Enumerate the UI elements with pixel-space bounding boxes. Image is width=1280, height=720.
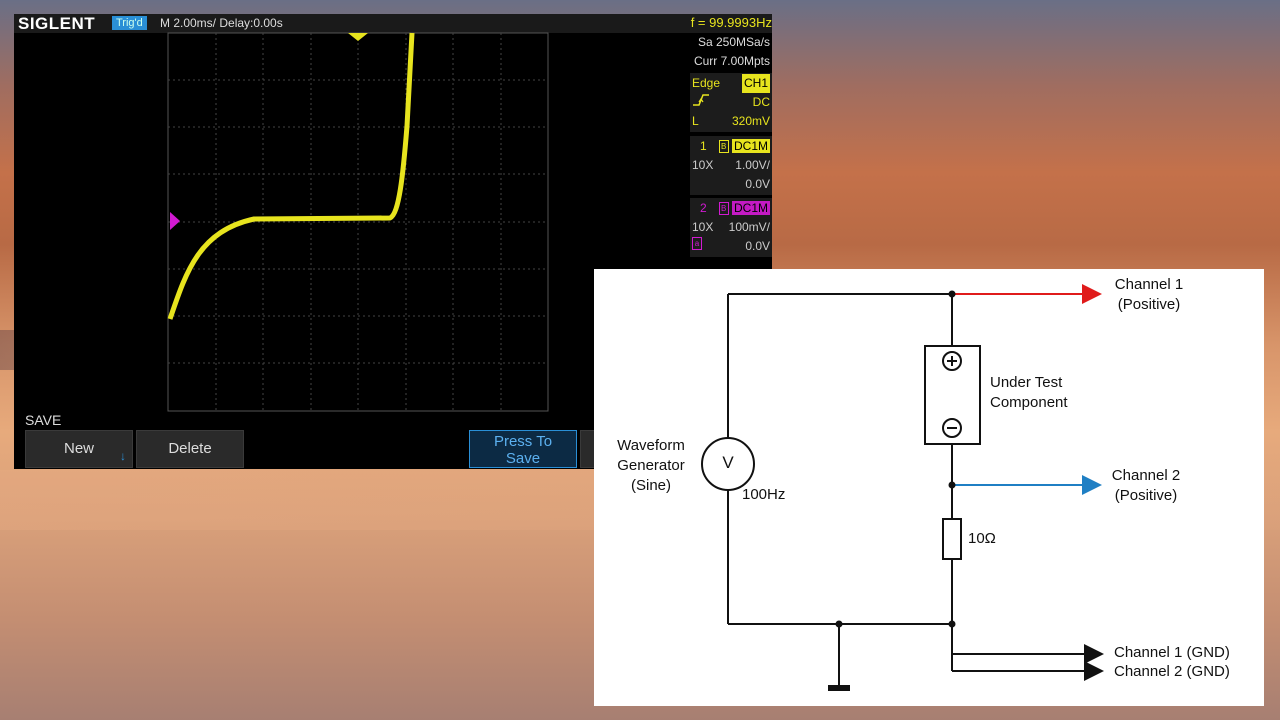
press-to-save-line1: Press To [493,433,553,450]
ch2-scale: 100mV/ [728,220,770,234]
ch1-number: 1 [700,139,707,153]
side-info-panel: Sa 250MSa/s Curr 7.00Mpts Edge CH1 DC L … [690,33,772,257]
ch2-probe: 10X [692,220,714,234]
bandwidth-limit-icon: B [718,202,729,216]
generator-label: Waveform Generator (Sine) [617,437,685,494]
new-button-label: New [63,440,94,457]
ch1-offset: 0.0V [745,177,770,191]
frequency-readout: f = 99.9993Hz [690,15,772,30]
ch1-positive-label: Channel 1 (Positive) [1114,276,1184,313]
ground-symbol [828,685,850,691]
trigger-level: 320mV [731,114,770,128]
ch2-marker-icon: a [692,237,702,250]
ch2-positive-label: Channel 2 (Positive) [1111,467,1181,504]
trigger-type: Edge [692,76,721,90]
trigger-panel[interactable]: Edge CH1 DC L 320mV [690,73,772,132]
trigger-position-marker[interactable] [348,33,368,41]
trigger-source: CH1 [741,74,770,93]
delete-button[interactable]: Delete [136,430,244,468]
ch1-gnd-label: Channel 1 (GND) [1114,644,1230,661]
ch2-gnd-label: Channel 2 (GND) [1114,663,1230,680]
waveform-trace [167,32,415,320]
delete-button-label: Delete [168,440,212,457]
ch2-level-marker[interactable] [170,212,180,230]
rising-edge-icon [692,93,710,112]
menu-title: SAVE [25,412,62,428]
sample-rate-readout: Sa 250MSa/s [697,35,770,49]
trigger-level-label: L [692,114,699,128]
resistor-label: 10Ω [968,530,996,547]
grid-lines [168,33,548,411]
ch2-coupling: DC1M [731,201,770,215]
frequency-label: 100Hz [742,486,786,503]
ch1-scale: 1.00V/ [735,158,770,172]
press-to-save-line2: Save [505,450,541,467]
ch2-offset: 0.0V [745,239,770,253]
arrow-down-icon: ↓ [120,449,126,463]
new-button[interactable]: New ↓ [25,430,133,468]
minus-terminal-icon [942,418,962,438]
junction-dots [835,290,956,628]
ch2-number: 2 [700,201,707,215]
source-symbol-label: V [722,453,734,472]
circuit-diagram: V Waveform Generator (Sine) 100Hz Under … [594,269,1264,706]
dut-label: Under Test Component [990,374,1068,411]
ch2-panel[interactable]: 2 B DC1M 10X 100mV/ a 0.0V [690,198,772,257]
trigger-coupling: DC [752,95,770,109]
ch1-coupling: DC1M [731,139,770,153]
resistor-symbol [942,518,962,560]
memory-depth-readout: Curr 7.00Mpts [693,54,770,68]
plus-terminal-icon [942,351,962,371]
bandwidth-limit-icon: B [718,140,729,154]
ch1-panel[interactable]: 1 B DC1M 10X 1.00V/ 0.0V [690,136,772,195]
press-to-save-button[interactable]: Press To Save [469,430,577,468]
waveform-grid[interactable] [14,14,690,469]
ch1-probe: 10X [692,158,714,172]
